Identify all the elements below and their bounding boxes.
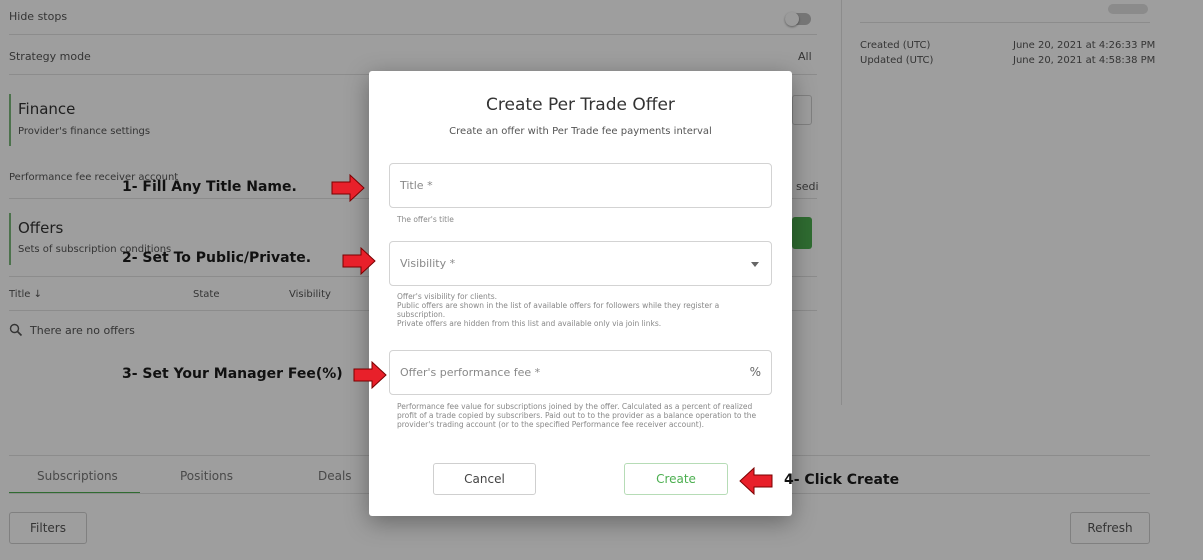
annotation-step3: 3- Set Your Manager Fee(%) bbox=[122, 366, 343, 382]
performance-fee-placeholder: Offer's performance fee * bbox=[400, 366, 541, 379]
percent-suffix: % bbox=[749, 365, 761, 379]
annotation-step4: 4- Click Create bbox=[784, 472, 900, 488]
title-helper-text: The offer's title bbox=[397, 215, 454, 224]
red-arrow-left-icon bbox=[739, 467, 773, 495]
dialog-title: Create Per Trade Offer bbox=[486, 95, 675, 115]
visibility-select[interactable]: Visibility * bbox=[389, 241, 772, 286]
create-button[interactable]: Create bbox=[624, 463, 728, 495]
visibility-helper-text: Offer's visibility for clients. Public o… bbox=[397, 292, 720, 328]
visibility-select-placeholder: Visibility * bbox=[400, 257, 456, 270]
annotation-step1: 1- Fill Any Title Name. bbox=[122, 179, 297, 195]
annotation-step2: 2- Set To Public/Private. bbox=[122, 250, 312, 266]
title-input[interactable]: Title * bbox=[389, 163, 772, 208]
cancel-button[interactable]: Cancel bbox=[433, 463, 536, 495]
dialog-subtitle: Create an offer with Per Trade fee payme… bbox=[449, 126, 712, 137]
create-offer-dialog: Create Per Trade Offer Create an offer w… bbox=[369, 71, 792, 516]
red-arrow-right-icon bbox=[342, 247, 376, 275]
performance-fee-helper-text: Performance fee value for subscriptions … bbox=[397, 402, 757, 429]
performance-fee-input[interactable]: Offer's performance fee * % bbox=[389, 350, 772, 395]
chevron-down-icon bbox=[751, 262, 759, 267]
title-input-placeholder: Title * bbox=[400, 179, 433, 192]
red-arrow-right-icon bbox=[353, 361, 387, 389]
red-arrow-right-icon bbox=[331, 174, 365, 202]
